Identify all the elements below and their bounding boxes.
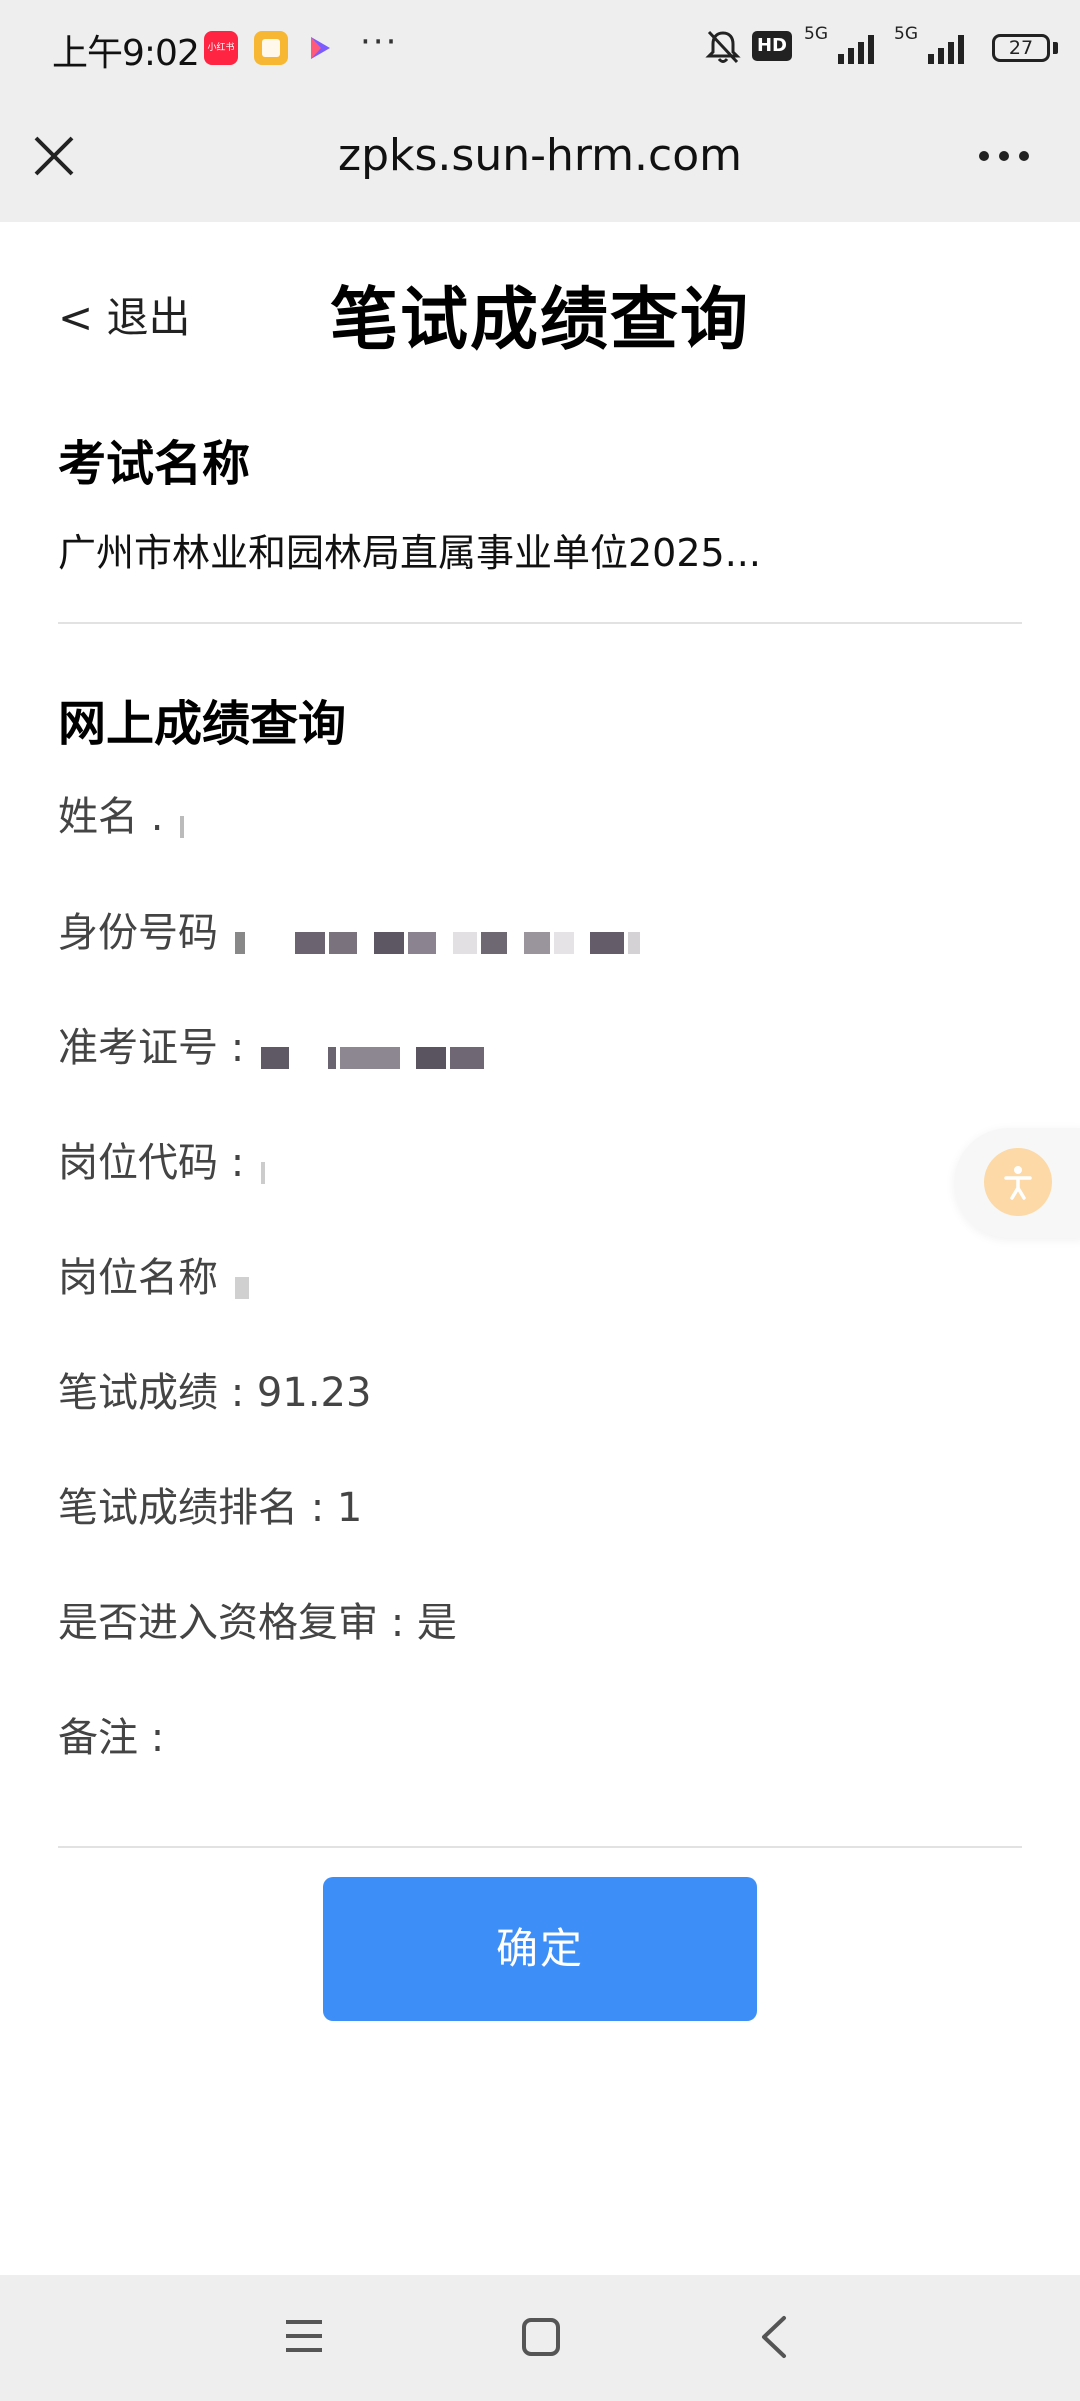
field-written-score-label: 笔试成绩 : <box>58 1370 245 1416</box>
signal-strength-icon <box>804 30 884 70</box>
exit-back-link[interactable]: < 退出 <box>58 284 191 345</box>
battery-icon: 27 <box>992 34 1050 62</box>
signal-strength-icon-2 <box>894 30 974 70</box>
field-id-number: 身份号码 <box>58 900 644 958</box>
field-name-value: . <box>150 794 164 840</box>
online-score-heading: 网上成绩查询 <box>58 696 347 752</box>
home-icon[interactable] <box>520 2316 562 2362</box>
exam-name-heading: 考试名称 <box>58 436 251 492</box>
more-notifications-icon: ··· <box>360 22 399 62</box>
page-url: zpks.sun-hrm.com <box>337 130 742 181</box>
back-icon[interactable] <box>756 2314 792 2364</box>
redacted-mosaic <box>260 1148 269 1184</box>
field-score-rank: 笔试成绩排名 : 1 <box>58 1475 362 1533</box>
status-time: 上午9:02 <box>52 33 200 74</box>
video-app-icon <box>302 31 336 65</box>
recent-apps-icon[interactable] <box>282 2316 326 2360</box>
field-id-number-label: 身份号码 <box>58 910 218 956</box>
field-written-score-value: 91.23 <box>256 1370 372 1416</box>
hd-voice-badge: HD <box>752 31 792 61</box>
notes-app-icon <box>254 31 288 65</box>
redacted-mosaic <box>234 1263 253 1299</box>
status-bar: 上午9:02 小红书 ··· HD 5G 5G 27 <box>0 0 1080 98</box>
redacted-mosaic <box>260 1033 488 1069</box>
redacted-mosaic <box>234 918 645 954</box>
field-remarks: 备注 : <box>58 1705 164 1763</box>
field-ticket-number: 准考证号 : <box>58 1015 488 1073</box>
field-remarks-label: 备注 : <box>58 1715 165 1761</box>
mute-bell-icon <box>704 28 742 70</box>
field-score-rank-label: 笔试成绩排名 : <box>58 1485 325 1531</box>
field-qualification-review-value: 是 <box>416 1600 457 1646</box>
field-name: 姓名 . <box>58 784 188 842</box>
xiaohongshu-app-icon: 小红书 <box>204 31 238 65</box>
field-score-rank-value: 1 <box>336 1485 363 1531</box>
field-qualification-review: 是否进入资格复审 : 是 <box>58 1590 457 1648</box>
redacted-mosaic <box>180 802 188 838</box>
field-ticket-number-label: 准考证号 : <box>58 1025 245 1071</box>
field-qualification-review-label: 是否进入资格复审 : <box>58 1600 405 1646</box>
field-position-code: 岗位代码 : <box>58 1130 269 1188</box>
field-position-name-label: 岗位名称 <box>58 1255 218 1301</box>
exam-name-value: 广州市林业和园林局直属事业单位2025... <box>58 531 761 575</box>
field-written-score: 笔试成绩 : 91.23 <box>58 1360 371 1418</box>
field-name-label: 姓名 <box>58 794 138 840</box>
battery-tip <box>1053 42 1058 54</box>
divider <box>58 622 1022 624</box>
accessibility-float <box>954 1128 1080 1238</box>
field-position-name: 岗位名称 <box>58 1245 253 1303</box>
divider <box>58 1846 1022 1848</box>
confirm-button[interactable]: 确定 <box>323 1877 757 2021</box>
accessibility-icon[interactable] <box>984 1148 1052 1216</box>
field-position-code-label: 岗位代码 : <box>58 1140 245 1186</box>
more-menu-icon[interactable] <box>976 136 1032 176</box>
